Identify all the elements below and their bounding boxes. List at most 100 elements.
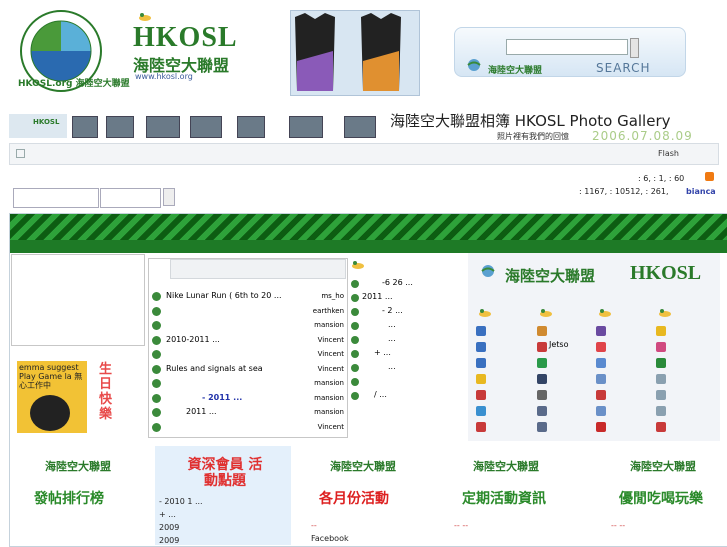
member-action-icon[interactable]: [596, 342, 606, 352]
news-text[interactable]: ...: [388, 320, 396, 329]
topic-title[interactable]: Rules and signals at sea: [166, 364, 263, 373]
topic-user[interactable]: Vincent: [318, 336, 344, 344]
section-title[interactable]: 發帖排行榜: [34, 488, 104, 508]
gallery-thumb[interactable]: [344, 116, 376, 138]
topic-user[interactable]: mansion: [314, 394, 344, 402]
rss-icon[interactable]: [705, 172, 714, 181]
username-field[interactable]: [13, 188, 99, 208]
section-title[interactable]: 優閒吃喝玩樂: [619, 488, 703, 508]
topic-user[interactable]: Vincent: [318, 423, 344, 431]
member-action-icon[interactable]: [476, 406, 486, 416]
gallery-thumb[interactable]: [190, 116, 222, 138]
member-action-icon[interactable]: [537, 422, 547, 432]
jersey-banner[interactable]: [290, 10, 420, 96]
section-item[interactable]: 2009: [159, 536, 179, 545]
member-action-icon[interactable]: [656, 374, 666, 384]
member-action-icon[interactable]: [656, 326, 666, 336]
section-logo: 海陸空大聯盟: [630, 460, 696, 473]
news-text[interactable]: / ...: [374, 390, 387, 399]
news-text[interactable]: ...: [388, 362, 396, 371]
member-action-icon[interactable]: [537, 390, 547, 400]
member-action-icon[interactable]: [476, 374, 486, 384]
topic-user[interactable]: mansion: [314, 408, 344, 416]
section-item[interactable]: + ...: [159, 510, 176, 519]
gallery-thumb[interactable]: [237, 116, 265, 138]
section-item[interactable]: - 2010 1 ...: [159, 497, 203, 506]
section-title[interactable]: 定期活動資訊: [462, 488, 546, 508]
member-action-icon[interactable]: [476, 326, 486, 336]
topic-title[interactable]: 2011 ...: [186, 407, 217, 416]
member-action-icon[interactable]: [476, 422, 486, 432]
gallery-thumb[interactable]: [72, 116, 98, 138]
topic-user[interactable]: ms_ho: [321, 292, 344, 300]
member-action-icon[interactable]: [656, 406, 666, 416]
member-action-icon[interactable]: [476, 358, 486, 368]
topic-row[interactable]: Vincent: [152, 421, 346, 435]
topic-user[interactable]: mansion: [314, 379, 344, 387]
section-item[interactable]: Facebook: [311, 534, 349, 543]
topic-user[interactable]: mansion: [314, 321, 344, 329]
member-action-icon[interactable]: [596, 326, 606, 336]
section-item[interactable]: -- --: [611, 521, 625, 530]
topic-row[interactable]: Rules and signals at sea Vincent: [152, 363, 346, 377]
jetso-link[interactable]: Jetso: [549, 340, 568, 349]
news-text[interactable]: - 2 ...: [382, 306, 403, 315]
member-action-icon[interactable]: [537, 374, 547, 384]
member-action-icon[interactable]: [537, 406, 547, 416]
topic-row[interactable]: - 2011 ... mansion: [152, 392, 346, 406]
member-action-icon[interactable]: [596, 422, 606, 432]
member-action-icon[interactable]: [656, 390, 666, 400]
topic-row[interactable]: mansion: [152, 319, 346, 333]
member-action-icon[interactable]: [537, 358, 547, 368]
topics-tab-header[interactable]: [170, 259, 346, 279]
nav-checkbox[interactable]: [16, 149, 25, 158]
topic-row[interactable]: earthken: [152, 305, 346, 319]
member-action-icon[interactable]: [596, 406, 606, 416]
news-text[interactable]: -6 26 ...: [382, 278, 413, 287]
section-title[interactable]: 各月份活動: [319, 488, 389, 508]
brand-url[interactable]: www.hkosl.org: [135, 72, 193, 81]
password-field[interactable]: [100, 188, 161, 208]
section-item[interactable]: --: [311, 521, 317, 530]
gallery-thumb[interactable]: [289, 116, 323, 138]
topic-user[interactable]: earthken: [313, 307, 344, 315]
topic-icon: [152, 321, 161, 330]
search-input[interactable]: [506, 39, 628, 55]
section-title[interactable]: 資深會員 活動點題: [185, 457, 265, 489]
section-item[interactable]: 2009: [159, 523, 179, 532]
news-text[interactable]: 2011 ...: [362, 292, 393, 301]
topic-row[interactable]: Vincent: [152, 348, 346, 362]
gallery-thumb[interactable]: [106, 116, 134, 138]
topic-user[interactable]: Vincent: [318, 365, 344, 373]
member-action-icon[interactable]: [476, 342, 486, 352]
news-text[interactable]: ...: [388, 334, 396, 343]
member-action-icon[interactable]: [596, 358, 606, 368]
member-action-icon[interactable]: [596, 374, 606, 384]
news-text[interactable]: + ...: [374, 348, 391, 357]
member-action-icon[interactable]: [656, 358, 666, 368]
member-action-icon[interactable]: [537, 326, 547, 336]
member-action-icon[interactable]: [596, 390, 606, 400]
login-button[interactable]: [163, 188, 175, 206]
topic-row[interactable]: mansion: [152, 377, 346, 391]
topic-title[interactable]: Nike Lunar Run ( 6th to 20 ...: [166, 291, 282, 300]
newest-member-link[interactable]: bianca: [686, 187, 716, 196]
gallery-thumb[interactable]: [146, 116, 180, 138]
gallery-logo[interactable]: HKOSL: [9, 114, 67, 138]
section-item[interactable]: -- --: [454, 521, 468, 530]
topic-title[interactable]: - 2011 ...: [202, 393, 242, 402]
nav-flash-link[interactable]: Flash: [658, 149, 679, 158]
gallery-title[interactable]: 海陸空大聯盟相簿 HKOSL Photo Gallery: [390, 110, 671, 131]
member-action-icon[interactable]: [476, 390, 486, 400]
birthday-banner[interactable]: 生日快樂: [99, 362, 121, 434]
topic-row[interactable]: 2010-2011 ... Vincent: [152, 334, 346, 348]
member-action-icon[interactable]: [656, 422, 666, 432]
topic-row[interactable]: Nike Lunar Run ( 6th to 20 ... ms_ho: [152, 290, 346, 304]
member-action-icon[interactable]: [537, 342, 547, 352]
topic-user[interactable]: Vincent: [318, 350, 344, 358]
topic-row[interactable]: 2011 ... mansion: [152, 406, 346, 420]
member-action-icon[interactable]: [656, 342, 666, 352]
search-button[interactable]: SEARCH: [596, 61, 651, 75]
topic-title[interactable]: 2010-2011 ...: [166, 335, 220, 344]
search-scroll-handle[interactable]: [630, 38, 639, 58]
